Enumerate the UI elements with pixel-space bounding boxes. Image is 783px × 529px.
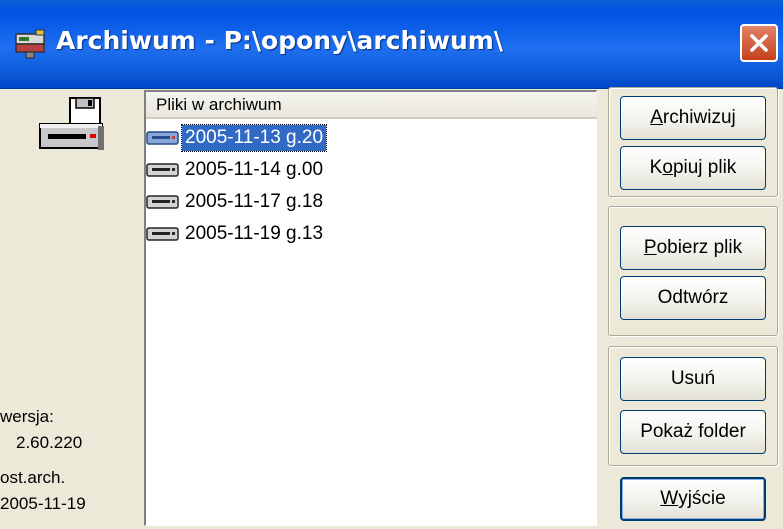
app-icon — [15, 29, 45, 59]
copy-label: piuj plik — [672, 157, 737, 178]
version-label: wersja: — [0, 407, 54, 426]
exit-accel: W — [660, 488, 679, 509]
delete-button[interactable]: Usuń — [620, 357, 766, 401]
close-button[interactable] — [740, 24, 778, 62]
archive-window: Archiwum - P:\opony\archiwum\ wersja: 2.… — [0, 0, 783, 529]
restore-label: Odtwórz — [657, 287, 729, 308]
last-archive-label: ost.arch. — [0, 468, 66, 487]
list-item-label: 2005-11-17 g.18 — [185, 191, 324, 212]
version-value: 2.60.220 — [16, 433, 83, 452]
copy-file-button[interactable]: Ko piuj plik — [620, 146, 766, 190]
list-item[interactable]: 2005-11-17 g.18 — [146, 187, 586, 219]
column-header-label: Pliki w archiwum — [156, 95, 282, 114]
copy-label-pre: K — [649, 157, 663, 178]
delete-label: Usuń — [670, 368, 716, 389]
column-header[interactable]: Pliki w archiwum — [146, 92, 597, 119]
list-item[interactable]: 2005-11-19 g.13 — [146, 219, 586, 251]
restore-button[interactable]: Odtwórz — [620, 276, 766, 320]
file-list[interactable]: Pliki w archiwum 2005-11-13 g.20 2005-11… — [144, 90, 597, 526]
drive-icon — [146, 131, 179, 145]
drive-icon — [146, 195, 179, 209]
list-item-label: 2005-11-13 g.20 — [180, 124, 328, 152]
show-folder-label: Pokaż folder — [640, 421, 746, 442]
last-archive-value: 2005-11-19 — [0, 494, 86, 513]
list-item-label: 2005-11-14 g.00 — [185, 159, 324, 180]
close-icon — [750, 34, 768, 52]
fetch-accel: P — [643, 237, 657, 258]
floppy-drive-icon — [39, 97, 104, 150]
window-title: Archiwum - P:\opony\archiwum\ — [56, 26, 503, 55]
drive-icon — [146, 227, 179, 241]
copy-accel: o — [662, 157, 673, 178]
archive-label: rchiwizuj — [662, 107, 736, 128]
fetch-file-button[interactable]: Pobierz plik — [620, 226, 766, 270]
archive-accel: A — [650, 107, 663, 128]
fetch-label: obierz plik — [656, 237, 743, 258]
show-folder-button[interactable]: Pokaż folder — [620, 410, 766, 454]
exit-label: yjście — [678, 488, 726, 509]
list-item[interactable]: 2005-11-13 g.20 — [146, 123, 586, 155]
exit-button[interactable]: Wyjście — [620, 477, 766, 521]
title-bar[interactable]: Archiwum - P:\opony\archiwum\ — [0, 0, 783, 89]
list-item-label: 2005-11-19 g.13 — [185, 223, 324, 244]
list-item[interactable]: 2005-11-14 g.00 — [146, 155, 586, 187]
archive-button[interactable]: Archiwizuj — [620, 96, 766, 140]
drive-icon — [146, 163, 179, 177]
